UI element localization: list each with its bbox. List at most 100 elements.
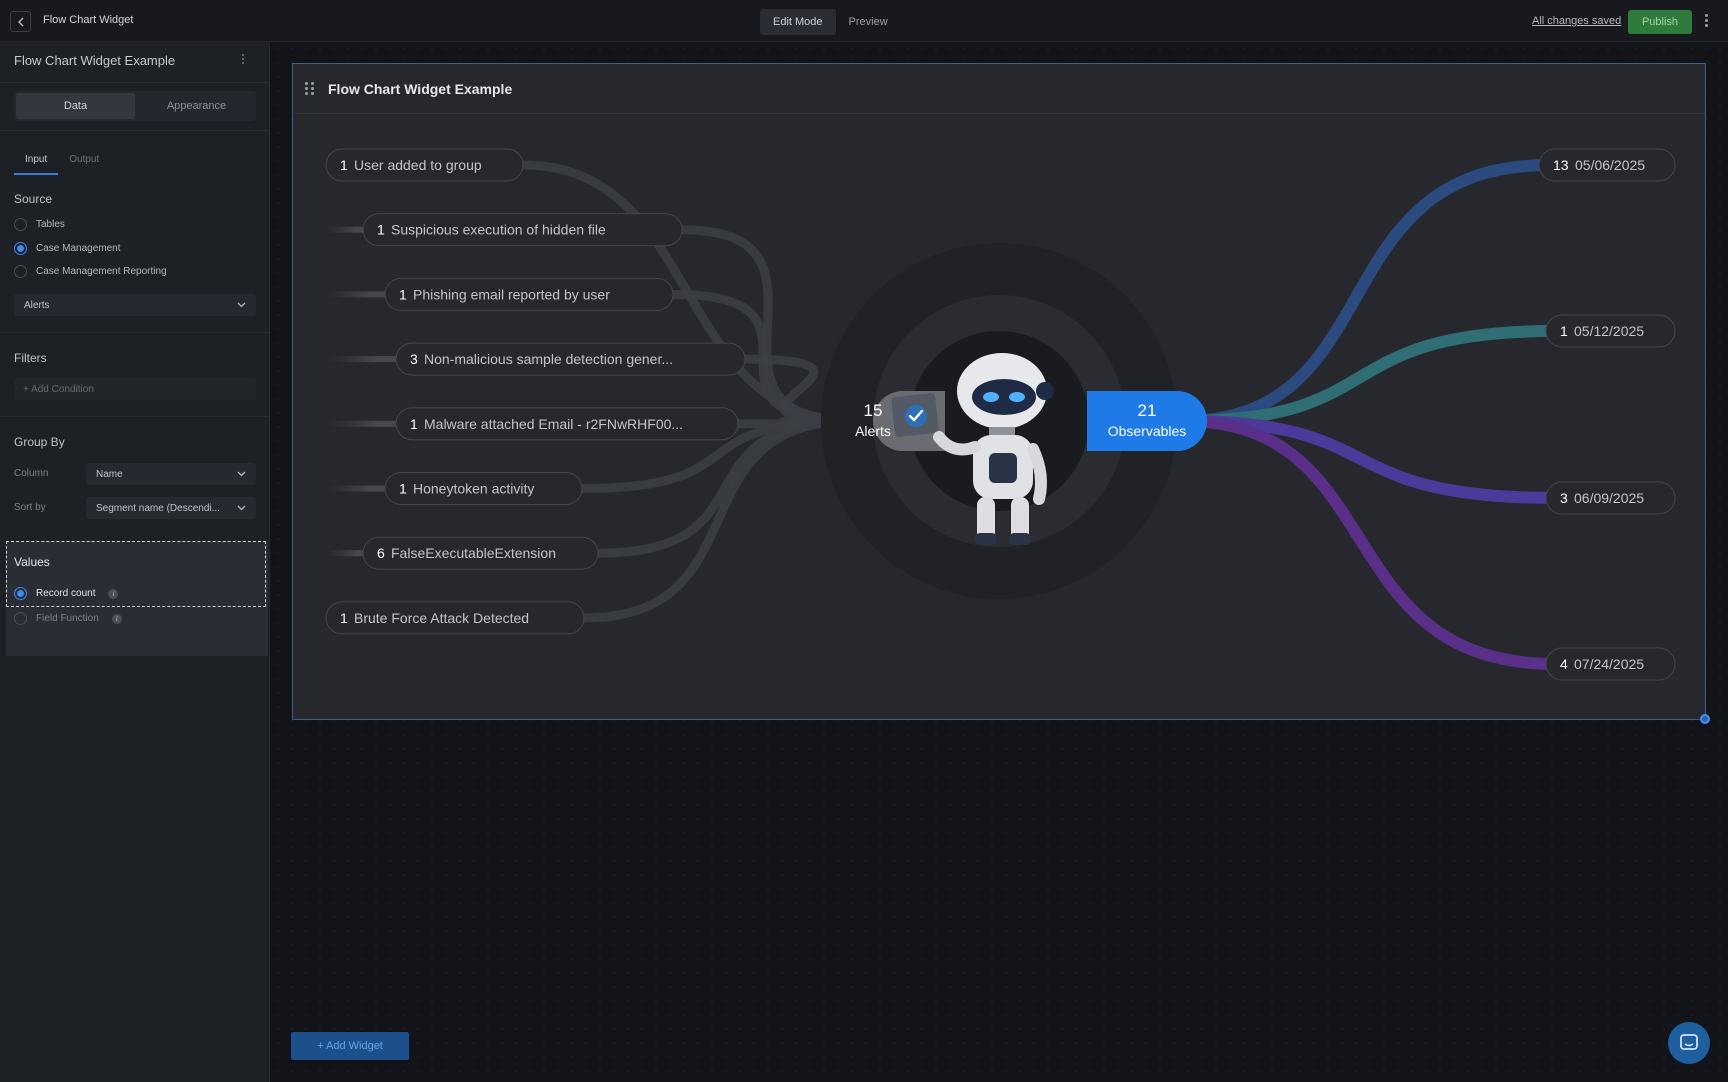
values-option-field-function[interactable]: Field Function i <box>14 612 122 625</box>
info-icon[interactable]: i <box>108 588 119 599</box>
publish-button[interactable]: Publish <box>1628 10 1692 34</box>
radio-button[interactable] <box>14 612 27 625</box>
source-title: Source <box>14 192 53 206</box>
input-node[interactable]: 1 Brute Force Attack Detected <box>325 601 585 635</box>
input-label: Brute Force Attack Detected <box>354 610 529 626</box>
more-menu-icon[interactable] <box>1700 12 1712 32</box>
values-option-record-count[interactable]: Record count i <box>14 587 119 600</box>
edit-mode-button[interactable]: Edit Mode <box>760 9 836 35</box>
input-node[interactable]: 6 FalseExecutableExtension <box>362 536 599 570</box>
add-condition-button[interactable]: + Add Condition <box>14 378 256 400</box>
output-label: 07/24/2025 <box>1574 656 1644 672</box>
info-icon[interactable]: i <box>111 613 122 624</box>
flow-chart: 15 Alerts 21 Observables 1 User added to… <box>325 148 1676 681</box>
output-node[interactable]: 3 06/09/2025 <box>1545 481 1676 515</box>
chat-icon <box>1680 1034 1698 1050</box>
saved-status-link[interactable]: All changes saved <box>1532 15 1621 27</box>
subtab-output[interactable]: Output <box>58 152 110 175</box>
input-node[interactable]: 1 Malware attached Email - r2FNwRHF00... <box>395 407 739 441</box>
sidebar-more-icon[interactable] <box>242 52 244 66</box>
divider <box>0 82 270 83</box>
source-option-case-reporting[interactable]: Case Management Reporting <box>14 265 167 278</box>
sort-label: Sort by <box>14 502 46 513</box>
input-count: 1 <box>340 157 348 173</box>
resize-handle[interactable] <box>1700 714 1710 724</box>
output-count: 13 <box>1553 157 1569 173</box>
values-title: Values <box>14 555 50 569</box>
output-count: 1 <box>1560 323 1568 339</box>
widget-title: Flow Chart Widget Example <box>328 81 513 97</box>
app-title: Flow Chart Widget <box>43 14 134 26</box>
input-count: 6 <box>377 545 385 561</box>
output-node[interactable]: 4 07/24/2025 <box>1545 647 1676 681</box>
input-node[interactable]: 1 Suspicious execution of hidden file <box>362 213 683 247</box>
input-node[interactable]: 1 User added to group <box>325 148 524 182</box>
output-node[interactable]: 1 05/12/2025 <box>1545 314 1676 348</box>
source-option-case-management[interactable]: Case Management <box>14 242 121 255</box>
observables-node[interactable] <box>1087 391 1207 451</box>
drag-handle-icon[interactable] <box>305 82 315 96</box>
top-bar: Flow Chart Widget Edit Mode Preview All … <box>0 0 1728 42</box>
dataset-value: Alerts <box>24 299 50 311</box>
input-count: 1 <box>399 481 407 497</box>
radio-label: Tables <box>36 219 65 230</box>
input-node[interactable]: 1 Honeytoken activity <box>384 472 583 505</box>
sidebar-title: Flow Chart Widget Example <box>14 53 176 68</box>
tab-data[interactable]: Data <box>16 93 135 119</box>
radio-label: Case Management Reporting <box>36 266 167 277</box>
output-label: 05/12/2025 <box>1574 323 1644 339</box>
tab-appearance[interactable]: Appearance <box>137 91 256 121</box>
preview-button[interactable]: Preview <box>836 9 901 35</box>
input-node[interactable]: 1 Phishing email reported by user <box>384 277 674 311</box>
input-count: 1 <box>377 222 385 238</box>
dataset-select[interactable]: Alerts <box>14 294 256 316</box>
filters-title: Filters <box>14 351 47 365</box>
chevron-left-icon <box>17 17 23 26</box>
back-button[interactable] <box>10 11 31 32</box>
alerts-label: Alerts <box>855 423 891 439</box>
source-option-tables[interactable]: Tables <box>14 218 65 231</box>
input-label: Phishing email reported by user <box>413 286 610 302</box>
radio-label: Field Function <box>36 613 99 624</box>
input-label: Non-malicious sample detection gener... <box>424 351 673 367</box>
divider <box>0 130 270 131</box>
column-select[interactable]: Name <box>86 463 256 485</box>
observables-label: Observables <box>1108 423 1187 439</box>
add-widget-button[interactable]: + Add Widget <box>291 1032 409 1060</box>
radio-button[interactable] <box>14 218 27 231</box>
chevron-down-icon <box>237 471 246 477</box>
input-label: Malware attached Email - r2FNwRHF00... <box>424 416 683 432</box>
chevron-down-icon <box>237 505 246 511</box>
radio-button[interactable] <box>14 242 27 255</box>
output-count: 3 <box>1560 490 1568 506</box>
radio-label: Record count <box>36 588 96 599</box>
radio-label: Case Management <box>36 243 121 254</box>
input-label: Honeytoken activity <box>413 481 534 497</box>
input-count: 1 <box>410 416 418 432</box>
output-label: 05/06/2025 <box>1575 157 1645 173</box>
sort-select[interactable]: Segment name (Descendi... <box>86 497 256 519</box>
chat-support-button[interactable] <box>1668 1022 1710 1064</box>
output-node[interactable]: 13 05/06/2025 <box>1538 148 1676 182</box>
radio-button[interactable] <box>14 587 27 600</box>
subtab-input[interactable]: Input <box>14 152 59 175</box>
input-node[interactable]: 3 Non-malicious sample detection gener... <box>395 342 746 376</box>
flow-chart-widget[interactable]: Flow Chart Widget Example 15 Alerts 21 O… <box>292 63 1706 720</box>
widget-header: Flow Chart Widget Example <box>293 64 1705 114</box>
output-count: 4 <box>1560 656 1568 672</box>
config-sidebar: Flow Chart Widget Example Data Appearanc… <box>0 42 270 1082</box>
sidebar-tabs: Data Appearance <box>14 91 256 121</box>
radio-button[interactable] <box>14 265 27 278</box>
divider <box>0 332 270 333</box>
output-label: 06/09/2025 <box>1574 490 1644 506</box>
column-label: Column <box>14 468 49 479</box>
alerts-count: 15 <box>864 401 883 420</box>
input-label: FalseExecutableExtension <box>391 545 556 561</box>
divider <box>0 416 270 417</box>
input-pills: 1 User added to group 1 Suspicious executio… <box>325 148 746 635</box>
input-count: 3 <box>410 351 418 367</box>
input-label: Suspicious execution of hidden file <box>391 222 606 238</box>
subtabs: Input Output <box>14 152 110 175</box>
input-count: 1 <box>340 610 348 626</box>
mode-switch: Edit Mode Preview <box>760 9 901 35</box>
